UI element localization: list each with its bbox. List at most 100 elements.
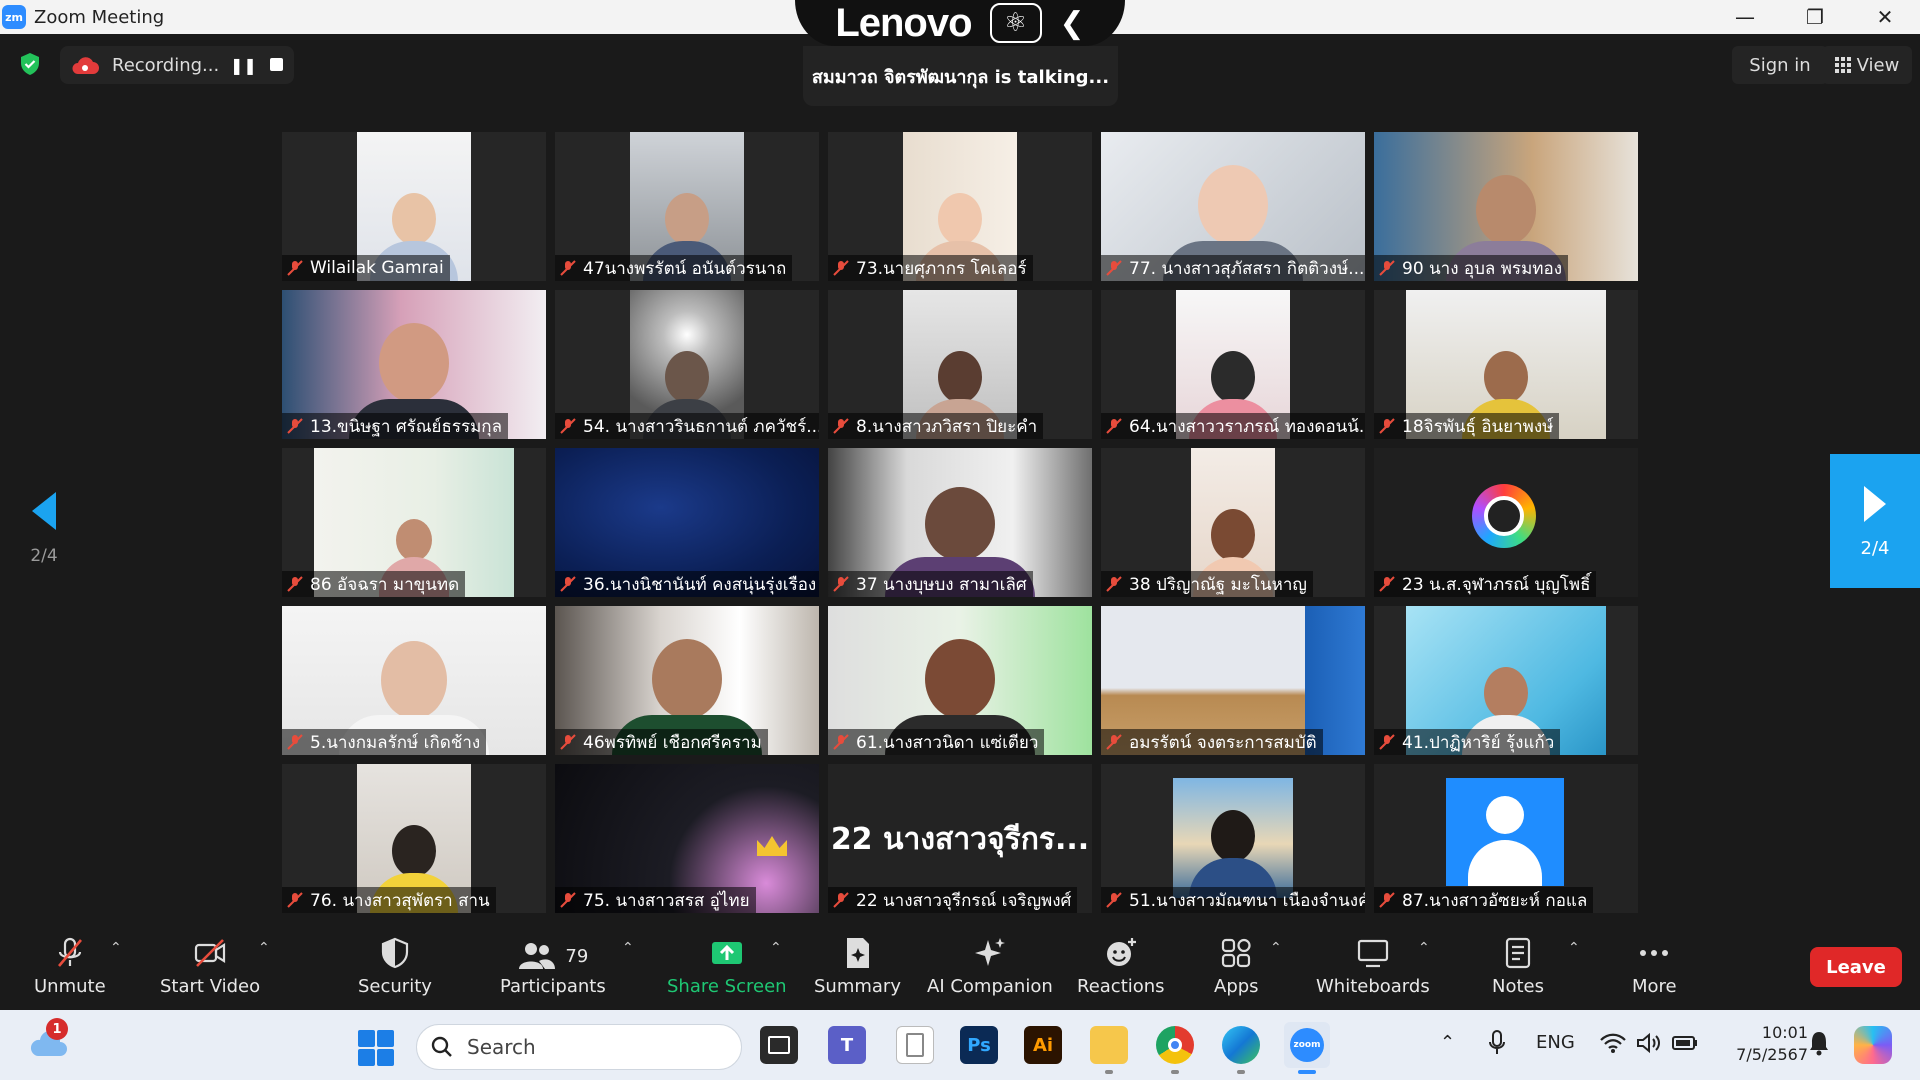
summary-button[interactable]: Summary	[814, 936, 901, 997]
reactions-button[interactable]: Reactions	[1077, 936, 1165, 997]
chevron-left-icon[interactable]: ❮	[1060, 6, 1085, 41]
participant-tile[interactable]: 61.นางสาวนิดา แซ่เตียว	[828, 606, 1092, 755]
wifi-icon[interactable]	[1600, 1032, 1626, 1054]
zoom-taskbar-icon[interactable]: zoom	[1284, 1022, 1330, 1074]
input-language[interactable]: ENG	[1536, 1032, 1575, 1053]
whiteboards-button[interactable]: Whiteboards	[1316, 936, 1430, 997]
participant-tile[interactable]: 36.นางนิชานันท์ คงสนุ่นรุ่งเรือง	[555, 448, 819, 597]
zoom-meeting-window: zm Zoom Meeting — ❐ ✕ Lenovo ⚛ ❮ สมมาวถ …	[0, 0, 1920, 1080]
participant-tile[interactable]: Wilailak Gamrai	[282, 132, 546, 281]
participant-tile[interactable]: 76. นางสาวสุพัตรา สาน	[282, 764, 546, 913]
mic-muted-icon	[833, 892, 849, 908]
ai-companion-button[interactable]: AI Companion	[927, 936, 1053, 997]
participant-tile[interactable]: 46พรทิพย์ เชือกศรีคราม	[555, 606, 819, 755]
participant-tile[interactable]: 5.นางกมลรักษ์ เกิดช้าง	[282, 606, 546, 755]
participant-tile[interactable]: 54. นางสาวรินธกานต์ ภควัชร์...	[555, 290, 819, 439]
edge-icon[interactable]	[1222, 1026, 1260, 1074]
sign-in-button[interactable]: Sign in	[1732, 46, 1828, 84]
mic-muted-icon	[560, 418, 576, 434]
participant-name: Wilailak Gamrai	[282, 255, 450, 281]
participant-tile[interactable]: 77. นางสาวสุภัสสรา กิตติวงษ์...	[1101, 132, 1365, 281]
participant-name: 5.นางกมลรักษ์ เกิดช้าง	[282, 729, 487, 755]
arrow-right-icon	[1864, 485, 1886, 522]
lenovo-overlay[interactable]: Lenovo ⚛ ❮	[795, 0, 1125, 46]
participant-tile[interactable]: อมรรัตน์ จงตระการสมบัติ	[1101, 606, 1365, 755]
notification-bell-icon[interactable]	[1808, 1030, 1830, 1056]
close-icon[interactable]: ✕	[1850, 0, 1920, 34]
taskbar-clock[interactable]: 10:01 7/5/2567	[1718, 1022, 1808, 1066]
participant-tile[interactable]: 38 ปริญาณัฐ มะโนหาญ	[1101, 448, 1365, 597]
previous-page-button[interactable]: 2/4	[18, 490, 70, 580]
view-button[interactable]: View	[1822, 46, 1912, 84]
leave-button[interactable]: Leave	[1810, 947, 1902, 987]
participant-tile[interactable]: 13.ขนิษฐา ศรัณย์ธรรมกุล	[282, 290, 546, 439]
show-hidden-icons-chevron[interactable]: ⌃	[1440, 1032, 1455, 1053]
notes-options-caret[interactable]: ⌃	[1568, 940, 1580, 956]
audio-options-caret[interactable]: ⌃	[110, 940, 122, 956]
volume-icon[interactable]	[1636, 1032, 1662, 1054]
lenovo-logo: Lenovo	[835, 0, 972, 45]
start-video-button[interactable]: Start Video	[160, 936, 260, 997]
participant-tile[interactable]: 41.ปาฏิหาริย์ รุ้งแก้ว	[1374, 606, 1638, 755]
unmute-button[interactable]: Unmute	[34, 936, 106, 997]
clock-time: 10:01	[1761, 1023, 1808, 1042]
windows-start-icon[interactable]	[358, 1030, 394, 1066]
participant-tile[interactable]: 73.นายศุภากร โคเลอร์	[828, 132, 1092, 281]
mic-muted-icon	[1379, 576, 1395, 592]
restore-icon[interactable]: ❐	[1780, 0, 1850, 34]
mic-muted-icon	[833, 576, 849, 592]
next-page-button[interactable]: 2/4	[1830, 454, 1920, 588]
encryption-shield-icon[interactable]	[18, 52, 42, 76]
participant-name: 8.นางสาวภวิสรา ปิยะคำ	[828, 413, 1044, 439]
video-options-caret[interactable]: ⌃	[258, 940, 270, 956]
more-button[interactable]: More	[1632, 936, 1677, 997]
participant-tile[interactable]: 87.นางสาวอัซยะห์ กอแล	[1374, 764, 1638, 913]
mic-muted-icon	[1106, 734, 1122, 750]
whiteboards-options-caret[interactable]: ⌃	[1418, 940, 1430, 956]
participant-tile[interactable]: 64.นางสาววราภรณ์ ทองดอนน้...	[1101, 290, 1365, 439]
participants-count: 79	[565, 945, 589, 967]
participant-tile[interactable]: 86 อัจฉรา มาขุนทด	[282, 448, 546, 597]
recording-indicator[interactable]: Recording... ❚❚	[60, 46, 294, 84]
participant-tile[interactable]: 23 น.ส.จุฬาภรณ์ บุญโพธิ์	[1374, 448, 1638, 597]
participant-name: 90 นาง อุบล พรมทอง	[1374, 255, 1568, 281]
notepad-icon[interactable]	[896, 1026, 934, 1064]
pause-recording-icon[interactable]: ❚❚	[230, 56, 257, 75]
participant-tile[interactable]: 8.นางสาวภวิสรา ปิยะคำ	[828, 290, 1092, 439]
stop-recording-icon[interactable]	[270, 58, 283, 71]
apps-options-caret[interactable]: ⌃	[1270, 940, 1282, 956]
participant-tile[interactable]: 51.นางสาวมัณฑนา เนืองจำนงค์	[1101, 764, 1365, 913]
participants-button[interactable]: 79 Participants	[500, 936, 606, 997]
taskbar-search[interactable]: Search	[416, 1024, 742, 1070]
illustrator-icon[interactable]: Ai	[1024, 1026, 1062, 1064]
participant-tile[interactable]: 37 นางบุษบง สามาเลิศ	[828, 448, 1092, 597]
notes-button[interactable]: Notes	[1492, 936, 1544, 997]
mic-muted-icon	[1379, 734, 1395, 750]
task-view-icon[interactable]	[760, 1026, 798, 1064]
participant-tile[interactable]: 47นางพรรัตน์ อนันต์วรนาถ	[555, 132, 819, 281]
mic-muted-icon	[287, 892, 303, 908]
battery-icon[interactable]	[1672, 1034, 1698, 1052]
microphone-icon[interactable]	[1488, 1030, 1506, 1056]
photoshop-icon[interactable]: Ps	[960, 1026, 998, 1064]
minimize-icon[interactable]: —	[1710, 0, 1780, 34]
teams-icon[interactable]: T	[828, 1026, 866, 1064]
share-screen-button[interactable]: Share Screen	[667, 936, 787, 997]
participant-name: 13.ขนิษฐา ศรัณย์ธรรมกุล	[282, 413, 509, 439]
mic-muted-icon	[1379, 260, 1395, 276]
participant-tile[interactable]: 90 นาง อุบล พรมทอง	[1374, 132, 1638, 281]
apps-button[interactable]: Apps	[1214, 936, 1259, 997]
participant-video	[1173, 778, 1293, 898]
participant-tile[interactable]: 75. นางสาวสรส อู่ไทย	[555, 764, 819, 913]
participant-tile[interactable]: 22 นางสาวจุรีกร... 22 นางสาวจุรีกรณ์ เจร…	[828, 764, 1092, 913]
file-explorer-icon[interactable]	[1090, 1026, 1128, 1074]
share-options-caret[interactable]: ⌃	[770, 940, 782, 956]
presenter-icon[interactable]: ⚛	[989, 3, 1042, 43]
chrome-icon[interactable]	[1156, 1026, 1194, 1074]
participants-icon	[519, 943, 556, 969]
security-button[interactable]: Security	[358, 936, 432, 997]
copilot-icon[interactable]	[1854, 1026, 1892, 1064]
participant-tile[interactable]: 18จิรพันธุ์ อินยาพงษ์	[1374, 290, 1638, 439]
shield-icon	[381, 937, 409, 969]
participants-options-caret[interactable]: ⌃	[622, 940, 634, 956]
